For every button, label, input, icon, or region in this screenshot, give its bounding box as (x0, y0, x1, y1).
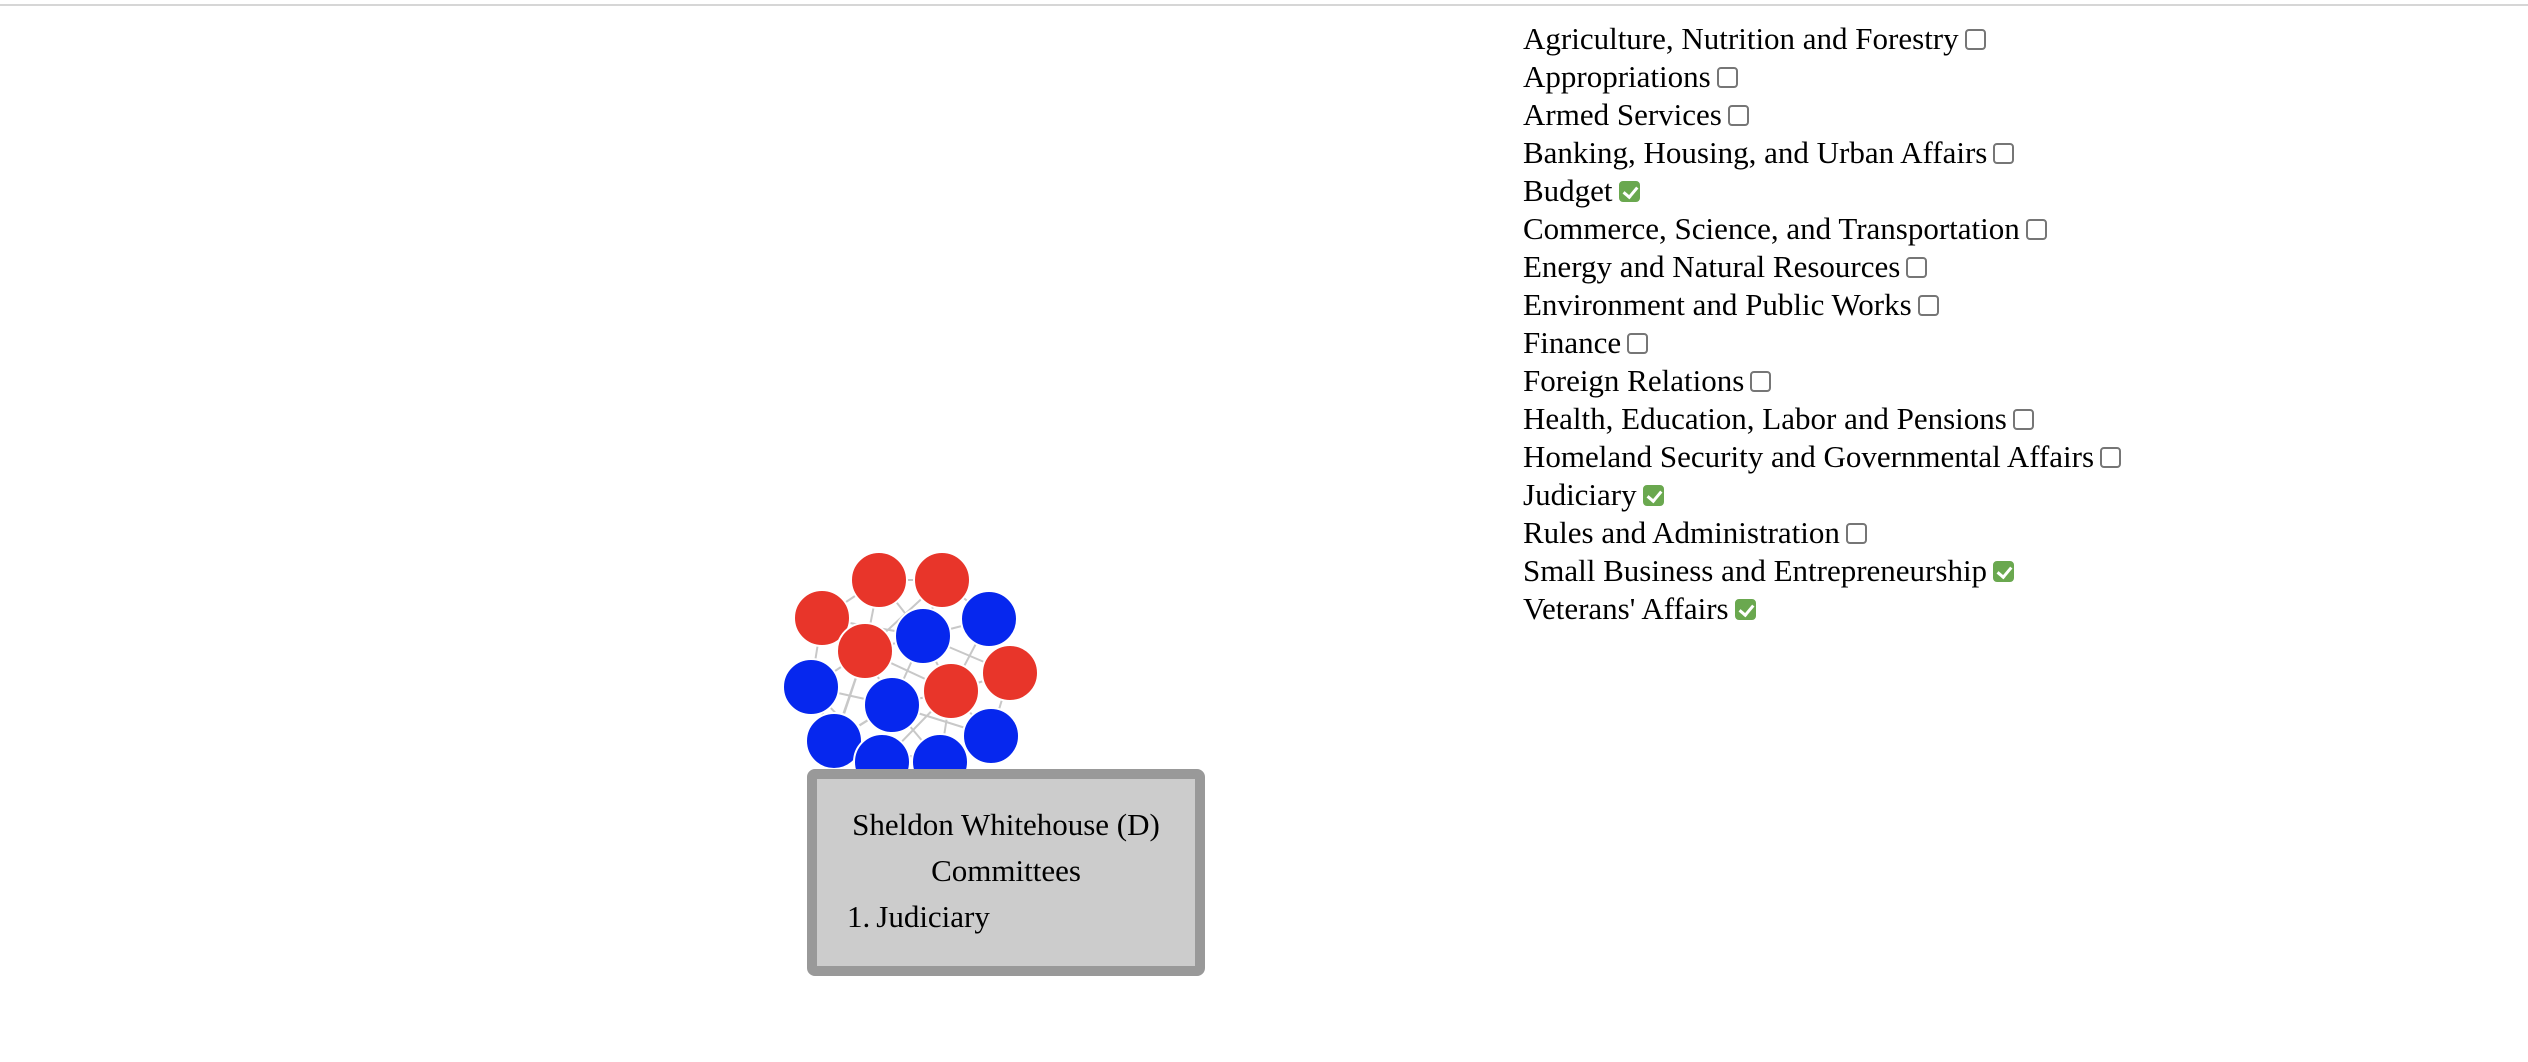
tooltip-senator-name: Sheldon Whitehouse (D) (852, 807, 1160, 842)
committee-label: Appropriations (1523, 59, 1711, 94)
committee-label: Finance (1523, 325, 1622, 360)
committee-row: Agriculture, Nutrition and Forestry (1523, 20, 2121, 58)
committee-row: Foreign Relations (1523, 362, 2121, 400)
committee-row: Rules and Administration (1523, 514, 2121, 552)
committee-checkbox[interactable] (1734, 598, 1756, 620)
committee-checkbox[interactable] (1618, 180, 1640, 202)
committee-row: Armed Services (1523, 96, 2121, 134)
committee-checkbox[interactable] (2100, 446, 2122, 468)
republican-senator-node[interactable] (922, 662, 980, 720)
committee-label: Health, Education, Labor and Pensions (1523, 401, 2007, 436)
committee-checkbox[interactable] (1727, 104, 1749, 126)
committee-label: Judiciary (1523, 477, 1637, 512)
committee-checkbox[interactable] (1642, 484, 1664, 506)
democrat-senator-node[interactable] (782, 658, 840, 716)
committee-checkbox[interactable] (1993, 560, 2015, 582)
committee-checkbox[interactable] (1906, 256, 1928, 278)
committee-checkbox[interactable] (1627, 332, 1649, 354)
tooltip-item-number: 1. (847, 899, 871, 934)
graph-nodes[interactable] (782, 551, 1039, 791)
republican-senator-node[interactable] (850, 551, 908, 609)
committee-label: Commerce, Science, and Transportation (1523, 211, 2020, 246)
committee-row: Energy and Natural Resources (1523, 248, 2121, 286)
committee-checkbox[interactable] (1845, 522, 1867, 544)
committee-row: Judiciary (1523, 476, 2121, 514)
committee-label: Banking, Housing, and Urban Affairs (1523, 135, 1988, 170)
committee-row: Health, Education, Labor and Pensions (1523, 400, 2121, 438)
democrat-senator-node[interactable] (863, 676, 921, 734)
tooltip-committee-item: 1. Judiciary (847, 899, 990, 935)
committee-row: Veterans' Affairs (1523, 590, 2121, 628)
democrat-senator-node[interactable] (960, 590, 1018, 648)
committee-checkbox[interactable] (1716, 66, 1738, 88)
democrat-senator-node[interactable] (962, 707, 1020, 765)
committee-label: Foreign Relations (1523, 363, 1745, 398)
committee-checkbox[interactable] (1993, 142, 2015, 164)
committee-checkbox[interactable] (1917, 294, 1939, 316)
senator-tooltip: Sheldon Whitehouse (D) Committees 1. Judi… (807, 769, 1205, 976)
tooltip-item-label: Judiciary (876, 899, 990, 934)
committee-label: Rules and Administration (1523, 515, 1840, 550)
committee-row: Finance (1523, 324, 2121, 362)
committee-checkbox[interactable] (1750, 370, 1772, 392)
committee-label: Budget (1523, 173, 1613, 208)
committee-checkbox[interactable] (1964, 28, 1986, 50)
republican-senator-node[interactable] (836, 622, 894, 680)
republican-senator-node[interactable] (981, 644, 1039, 702)
republican-senator-node[interactable] (913, 551, 971, 609)
committee-row: Environment and Public Works (1523, 286, 2121, 324)
committee-row: Banking, Housing, and Urban Affairs (1523, 134, 2121, 172)
committee-label: Small Business and Entrepreneurship (1523, 553, 1988, 588)
committee-checkbox[interactable] (2012, 408, 2034, 430)
committee-row: Budget (1523, 172, 2121, 210)
democrat-senator-node[interactable] (894, 607, 952, 665)
committee-label: Veterans' Affairs (1523, 591, 1729, 626)
tooltip-committees-heading: Committees (931, 853, 1081, 888)
committee-label: Energy and Natural Resources (1523, 249, 1901, 284)
committee-row: Appropriations (1523, 58, 2121, 96)
committee-row: Small Business and Entrepreneurship (1523, 552, 2121, 590)
committee-label: Environment and Public Works (1523, 287, 1912, 322)
committee-filter-list: Agriculture, Nutrition and Forestry Appro… (1523, 20, 2122, 628)
committee-label: Homeland Security and Governmental Affai… (1523, 439, 2095, 474)
committee-checkbox[interactable] (2025, 218, 2047, 240)
committee-label: Armed Services (1523, 97, 1722, 132)
committee-row: Homeland Security and Governmental Affai… (1523, 438, 2122, 476)
tooltip-committee-list: 1. Judiciary (847, 899, 990, 935)
committee-row: Commerce, Science, and Transportation (1523, 210, 2121, 248)
committee-label: Agriculture, Nutrition and Forestry (1523, 21, 1959, 56)
